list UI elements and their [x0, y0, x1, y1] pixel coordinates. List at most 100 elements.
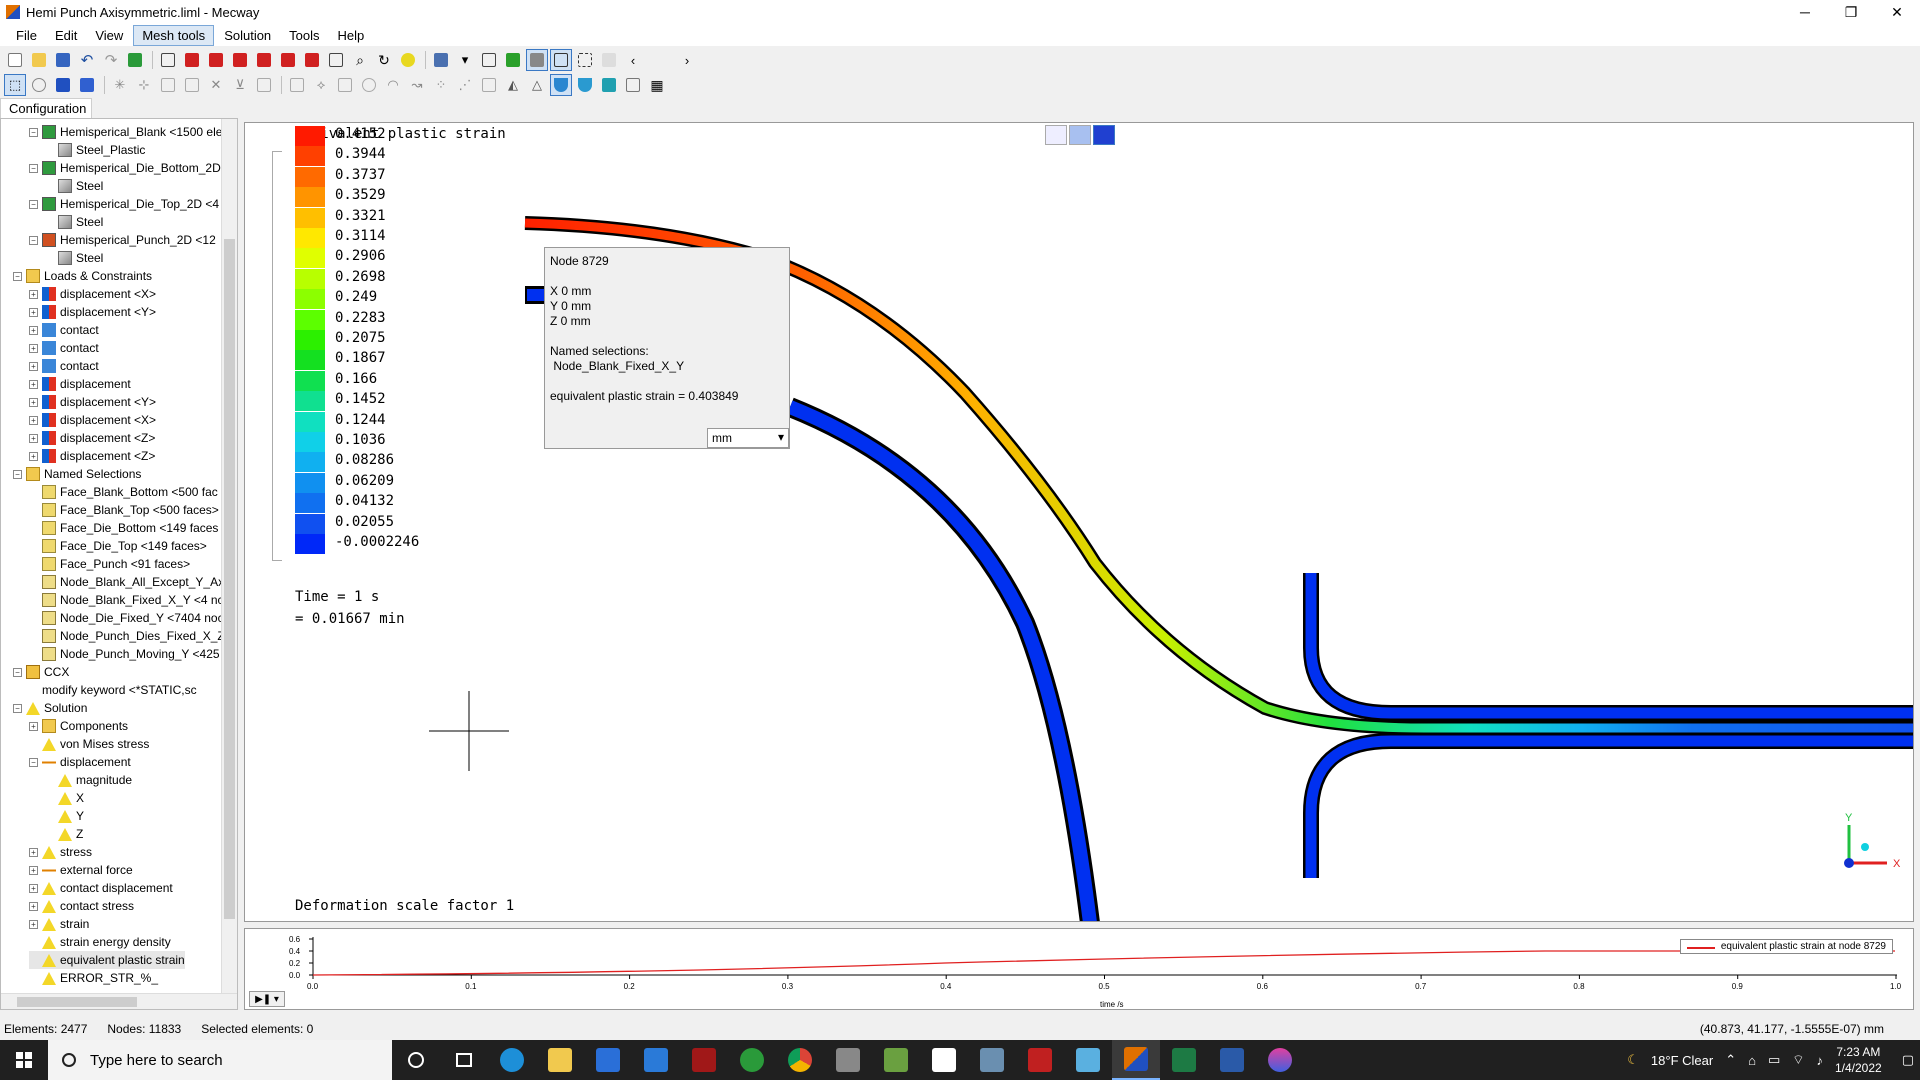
triangle-icon[interactable]: △: [526, 74, 548, 96]
extrude-icon[interactable]: [253, 74, 275, 96]
tree-item[interactable]: − CCX: [13, 663, 69, 681]
tree-item[interactable]: magnitude: [45, 771, 132, 789]
tree-item[interactable]: Face_Die_Bottom <149 faces: [29, 519, 218, 537]
view-back-icon[interactable]: [205, 49, 227, 71]
task-view-icon[interactable]: [440, 1040, 488, 1080]
menu-help[interactable]: Help: [330, 26, 373, 45]
view-shaded-icon[interactable]: [1069, 125, 1091, 145]
tree-item[interactable]: + displacement <Z>: [29, 429, 155, 447]
tree-item[interactable]: Node_Blank_All_Except_Y_Ax: [29, 573, 224, 591]
taskbar-search[interactable]: Type here to search: [48, 1040, 392, 1080]
expand-icon[interactable]: +: [29, 397, 38, 407]
grid-options-icon[interactable]: [622, 74, 644, 96]
menu-edit[interactable]: Edit: [47, 26, 85, 45]
view-iso-icon[interactable]: [157, 49, 179, 71]
revolve-icon[interactable]: [358, 74, 380, 96]
copy-icon[interactable]: [334, 74, 356, 96]
tree-item[interactable]: von Mises stress: [29, 735, 149, 753]
tree-item[interactable]: Node_Die_Fixed_Y <7404 noc: [29, 609, 224, 627]
tree-scroll-thumb[interactable]: [224, 239, 235, 919]
tree-item[interactable]: ERROR_STR_%_: [29, 969, 158, 987]
triangle-mesh-icon[interactable]: ◭: [502, 74, 524, 96]
view-bottom-icon[interactable]: [301, 49, 323, 71]
expand-icon[interactable]: +: [29, 847, 38, 857]
tree-item[interactable]: + displacement <Y>: [29, 393, 156, 411]
history-graph-panel[interactable]: 0.6 0.4 0.2 0.0 0.0 0.1 0.2 0.3 0.4 0.5 0.6 0.7 0.8…: [244, 928, 1914, 1010]
collapse-icon[interactable]: −: [29, 163, 38, 173]
expand-icon[interactable]: +: [29, 919, 38, 929]
mail-icon[interactable]: [632, 1040, 680, 1080]
expand-icon[interactable]: +: [29, 307, 38, 317]
view-solid-icon[interactable]: [1093, 125, 1115, 145]
mesh-lines-icon[interactable]: [574, 49, 596, 71]
view-front-icon[interactable]: [181, 49, 203, 71]
collapse-icon[interactable]: −: [13, 271, 22, 281]
pan-icon[interactable]: [397, 49, 419, 71]
word-icon[interactable]: [1208, 1040, 1256, 1080]
select-node-icon[interactable]: [28, 74, 50, 96]
close-button[interactable]: ✕: [1874, 0, 1920, 24]
expand-icon[interactable]: +: [29, 883, 38, 893]
shaded-icon[interactable]: [502, 49, 524, 71]
collapse-icon[interactable]: −: [29, 757, 38, 767]
tree-item[interactable]: Node_Blank_Fixed_X_Y <4 nc: [29, 591, 224, 609]
contact-surface-icon[interactable]: [550, 74, 572, 96]
collapse-icon[interactable]: −: [29, 199, 38, 209]
clock[interactable]: 7:23 AM 1/4/2022: [1835, 1044, 1882, 1076]
mirror-icon[interactable]: ⟡: [310, 74, 332, 96]
zoom-icon[interactable]: ⌕: [349, 49, 371, 71]
redo-icon[interactable]: ↷: [100, 49, 122, 71]
new-file-icon[interactable]: [4, 49, 26, 71]
edge-icon[interactable]: [488, 1040, 536, 1080]
tree-item[interactable]: + displacement <X>: [29, 285, 156, 303]
menu-solution[interactable]: Solution: [216, 26, 279, 45]
select-element-icon[interactable]: [52, 74, 74, 96]
tree-item[interactable]: Steel_Plastic: [45, 141, 145, 159]
volume-icon[interactable]: ♪: [1816, 1053, 1823, 1068]
tree-item[interactable]: + stress: [29, 843, 92, 861]
expand-icon[interactable]: +: [29, 289, 38, 299]
tree-item[interactable]: + external force: [29, 861, 133, 879]
paint-app-icon[interactable]: [1256, 1040, 1304, 1080]
start-button[interactable]: [0, 1040, 48, 1080]
collapse-icon[interactable]: −: [13, 469, 22, 479]
cube-icon[interactable]: [181, 74, 203, 96]
tree-item[interactable]: + contact: [29, 357, 99, 375]
tree-item[interactable]: − Solution: [13, 699, 87, 717]
tree-item[interactable]: + contact displacement: [29, 879, 173, 897]
tree-item[interactable]: Steel: [45, 249, 103, 267]
points-icon[interactable]: ⋰: [454, 74, 476, 96]
expand-icon[interactable]: +: [29, 343, 38, 353]
tree-item[interactable]: Y: [45, 807, 84, 825]
surface-icon[interactable]: [574, 74, 596, 96]
tree-item[interactable]: Node_Punch_Dies_Fixed_X_Z: [29, 627, 225, 645]
zoom-fit-icon[interactable]: [325, 49, 347, 71]
save-icon[interactable]: [52, 49, 74, 71]
tree-hscroll-thumb[interactable]: [17, 997, 137, 1007]
tray-chevron-icon[interactable]: ⌃: [1725, 1052, 1736, 1068]
tree-item[interactable]: Face_Blank_Top <500 faces>: [29, 501, 219, 519]
camera-app-icon[interactable]: [824, 1040, 872, 1080]
expand-icon[interactable]: +: [29, 901, 38, 911]
tree-item[interactable]: − Hemisperical_Die_Bottom_2D: [29, 159, 221, 177]
tree-item[interactable]: − Hemisperical_Blank <1500 ele: [29, 123, 222, 141]
expand-icon[interactable]: +: [29, 721, 38, 731]
tree-item[interactable]: + contact stress: [29, 897, 134, 915]
tab-configuration[interactable]: Configuration: [0, 98, 92, 118]
weather-text[interactable]: 18°F Clear: [1651, 1053, 1713, 1068]
play-pause-button[interactable]: ▶❚ ▾: [249, 991, 285, 1007]
bend-icon[interactable]: ↝: [406, 74, 428, 96]
undo-icon[interactable]: ↶: [76, 49, 98, 71]
collapse-icon[interactable]: −: [29, 127, 38, 137]
move-icon[interactable]: [286, 74, 308, 96]
tree-item[interactable]: − Hemisperical_Punch_2D <12: [29, 231, 216, 249]
view-left-icon[interactable]: [229, 49, 251, 71]
menu-mesh-tools[interactable]: Mesh tools: [133, 24, 215, 46]
mecway-taskbar-icon[interactable]: [1112, 1040, 1160, 1080]
tree-item[interactable]: + Components: [29, 717, 128, 735]
expand-icon[interactable]: +: [29, 433, 38, 443]
tree-item[interactable]: − Loads & Constraints: [13, 267, 152, 285]
tree-item[interactable]: X: [45, 789, 84, 807]
menu-file[interactable]: File: [8, 26, 45, 45]
calculator-icon[interactable]: [968, 1040, 1016, 1080]
